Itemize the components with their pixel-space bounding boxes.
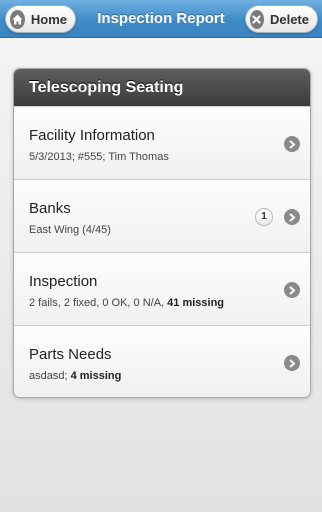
list-item-subtitle: 5/3/2013; #555; Tim Thomas (29, 151, 169, 163)
list-item-subtitle: asdasd; 4 missing (29, 370, 122, 382)
chevron-right-icon (284, 209, 300, 225)
list-item-title: Facility Information (29, 127, 155, 144)
header-bar: Home Inspection Report Delete (0, 0, 322, 38)
list-item-title: Banks (29, 200, 71, 217)
chevron-right-icon (284, 355, 300, 371)
list-item-subtitle: 2 fails, 2 fixed, 0 OK, 0 N/A, 41 missin… (29, 297, 225, 309)
telescoping-seating-card: Telescoping Seating Facility Information… (13, 68, 311, 398)
home-button[interactable]: Home (5, 5, 76, 33)
home-button-label: Home (30, 11, 67, 27)
section-title: Telescoping Seating (14, 69, 310, 106)
delete-button[interactable]: Delete (245, 5, 318, 33)
close-icon (250, 9, 264, 29)
list-item-inspection[interactable]: Inspection 2 fails, 2 fixed, 0 OK, 0 N/A… (14, 252, 310, 325)
list-item-title: Inspection (29, 273, 98, 290)
count-badge: 1 (255, 208, 273, 226)
delete-button-label: Delete (269, 11, 309, 27)
list-item-banks[interactable]: Banks East Wing (4/45) 1 (14, 179, 310, 252)
list-item-subtitle: East Wing (4/45) (29, 224, 111, 236)
page-title: Inspection Report (97, 10, 225, 27)
home-icon (10, 9, 25, 29)
list-item-parts-needs[interactable]: Parts Needs asdasd; 4 missing (14, 325, 310, 397)
chevron-right-icon (284, 136, 300, 152)
chevron-right-icon (284, 282, 300, 298)
list-item-title: Parts Needs (29, 346, 112, 363)
list-item-facility-information[interactable]: Facility Information 5/3/2013; #555; Tim… (14, 106, 310, 179)
